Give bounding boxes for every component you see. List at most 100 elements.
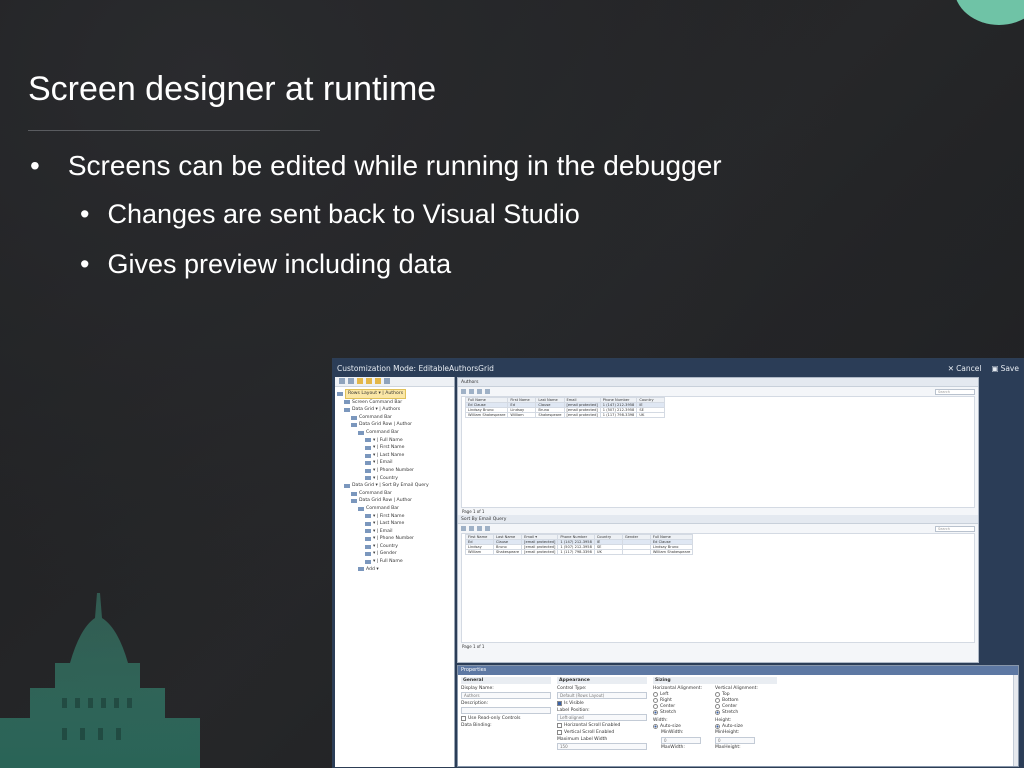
v-align-top-radio[interactable]: Top	[715, 692, 777, 697]
description-label: Description:	[461, 701, 489, 706]
add-icon[interactable]	[461, 526, 466, 531]
h-align-right-radio[interactable]: Right	[653, 698, 715, 703]
tree-item[interactable]: Add ▾	[337, 566, 452, 574]
tree-item[interactable]: Data Grid Row | Author	[337, 497, 452, 505]
cancel-button[interactable]: ✕ Cancel	[948, 364, 982, 373]
refresh-icon[interactable]	[485, 389, 490, 394]
table-row[interactable]: Ed Clause [email protected] 1 (147) 212-395…	[465, 539, 694, 545]
max-label-width-field[interactable]: 150	[557, 743, 647, 750]
tree-item-label: ▾ | First Name	[373, 445, 405, 451]
grid2-search-input[interactable]: Search	[935, 525, 975, 532]
table-row[interactable]: William Shakespeare [email protected] 1 (11…	[465, 549, 694, 555]
tree-item[interactable]: ▾ | Gender	[337, 550, 452, 558]
tree-tool-icon[interactable]	[375, 378, 381, 384]
table-cell: 1 (117) 798-3398	[557, 549, 595, 555]
edit-icon[interactable]	[469, 526, 474, 531]
tree-item[interactable]: Command Bar	[337, 505, 452, 513]
control-icon	[365, 521, 371, 526]
grid2-table: First Name Last Name Email ▾ Phone Number Co…	[465, 534, 694, 555]
tree-item[interactable]: ▾ | First Name	[337, 444, 452, 452]
h-align-center-radio[interactable]: Center	[653, 704, 715, 709]
tree-item[interactable]: Command Bar	[337, 414, 452, 422]
tree-item-label: ▾ | Email	[373, 460, 393, 466]
bullet-item-2: • Changes are sent back to Visual Studio	[80, 199, 580, 230]
tree-item[interactable]: ▾ | Phone Number	[337, 535, 452, 543]
tree-item-label: Command Bar	[366, 505, 399, 511]
min-height-field[interactable]: 0	[715, 737, 755, 744]
tree-item-label: Screen Command Bar	[352, 399, 403, 405]
tree-item[interactable]: Command Bar	[337, 429, 452, 437]
tree-item[interactable]: ▾ | Full Name	[337, 437, 452, 445]
tree-item[interactable]: ▾ | Last Name	[337, 452, 452, 460]
tree-item-label: ▾ | Full Name	[373, 559, 403, 565]
min-width-field[interactable]: 0	[661, 737, 701, 744]
table-cell: [email protected]	[521, 539, 559, 545]
display-name-field[interactable]: Authors	[461, 692, 551, 699]
delete-icon[interactable]	[477, 389, 482, 394]
tree-item[interactable]: Data Grid ▾ | Sort By Email Query	[337, 482, 452, 490]
control-icon	[358, 506, 364, 511]
table-cell: William Shakespeare	[649, 549, 694, 555]
hscroll-label: Horizontal Scroll Enabled	[564, 723, 621, 728]
edit-icon[interactable]	[469, 389, 474, 394]
tree-item[interactable]: Command Bar	[337, 490, 452, 498]
add-icon[interactable]	[461, 389, 466, 394]
v-align-bottom-radio[interactable]: Bottom	[715, 698, 777, 703]
tree-item[interactable]: Screen Command Bar	[337, 399, 452, 407]
slide-title: Screen designer at runtime	[28, 70, 437, 108]
tree-item[interactable]: ▾ | First Name	[337, 513, 452, 521]
grid1-header: Authors	[458, 378, 978, 387]
table-cell: 1 (147) 212-3958	[557, 539, 595, 545]
table-row[interactable]: Lindsay Bruno [email protected] 1 (507) 212…	[465, 544, 694, 550]
customization-titlebar: Customization Mode: EditableAuthorsGrid …	[333, 359, 1023, 377]
tree-item[interactable]: Data Grid Row | Author	[337, 421, 452, 429]
radio-label: Stretch	[660, 710, 677, 715]
tree-tool-icon[interactable]	[366, 378, 372, 384]
tree-tool-icon[interactable]	[357, 378, 363, 384]
tree-tool-icon[interactable]	[348, 378, 354, 384]
tree-tool-icon[interactable]	[339, 378, 345, 384]
readonly-checkbox[interactable]: Use Read-only Controls	[461, 716, 551, 721]
table-cell: William	[465, 549, 494, 555]
vscroll-checkbox[interactable]: Vertical Scroll Enabled	[557, 730, 647, 735]
delete-icon[interactable]	[477, 526, 482, 531]
data-binding-label: Data Binding:	[461, 723, 492, 728]
table-cell: 1 (507) 212-3958	[557, 544, 595, 550]
min-width-label: MinWidth:	[661, 730, 684, 735]
grid1-toolbar: Search	[458, 387, 978, 396]
v-align-center-radio[interactable]: Center	[715, 704, 777, 709]
control-type-select[interactable]: Default (Rows Layout)	[557, 692, 647, 699]
tree-item[interactable]: ▾ | Last Name	[337, 520, 452, 528]
save-button[interactable]: ▣ Save	[991, 364, 1019, 373]
v-align-stretch-radio[interactable]: Stretch	[715, 710, 777, 715]
tree-item[interactable]: ▾ | Email	[337, 528, 452, 536]
is-visible-checkbox[interactable]: Is Visible	[557, 701, 647, 706]
h-align-stretch-radio[interactable]: Stretch	[653, 710, 715, 715]
label-position-select[interactable]: Left-aligned	[557, 714, 647, 721]
refresh-icon[interactable]	[485, 526, 490, 531]
grid1-search-input[interactable]: Search	[935, 388, 975, 395]
tree-item[interactable]: ▾ | Country	[337, 475, 452, 483]
screen-tree-panel: Rows Layout ▾ | Authors Screen Command Ba…	[335, 377, 455, 767]
description-field[interactable]	[461, 707, 551, 714]
tree-item[interactable]: ▾ | Email	[337, 459, 452, 467]
properties-scrollbar[interactable]	[1013, 675, 1018, 766]
tree-item-label: ▾ | Phone Number	[373, 467, 414, 473]
width-autosize-radio[interactable]: Auto-size	[653, 724, 715, 729]
tree-item[interactable]: ▾ | Country	[337, 543, 452, 551]
grid2-pager[interactable]: Page 1 of 1	[458, 643, 978, 650]
control-icon	[365, 514, 371, 519]
tree-tool-icon[interactable]	[384, 378, 390, 384]
height-autosize-radio[interactable]: Auto-size	[715, 724, 777, 729]
radio-label: Right	[660, 698, 672, 703]
hscroll-checkbox[interactable]: Horizontal Scroll Enabled	[557, 723, 647, 728]
tree-item[interactable]: ▾ | Phone Number	[337, 467, 452, 475]
tree-item[interactable]: Data Grid ▾ | Authors	[337, 406, 452, 414]
max-height-label: MaxHeight:	[715, 745, 741, 750]
h-align-left-radio[interactable]: Left	[653, 692, 715, 697]
label-position-label: Label Position:	[557, 708, 590, 713]
tree-item[interactable]: ▾ | Full Name	[337, 558, 452, 566]
table-row[interactable]: William Shakespeare William Shakespeare [em…	[464, 412, 666, 418]
grid1-pager[interactable]: Page 1 of 1	[458, 508, 978, 515]
tree-item[interactable]: Rows Layout ▾ | Authors	[337, 389, 452, 399]
